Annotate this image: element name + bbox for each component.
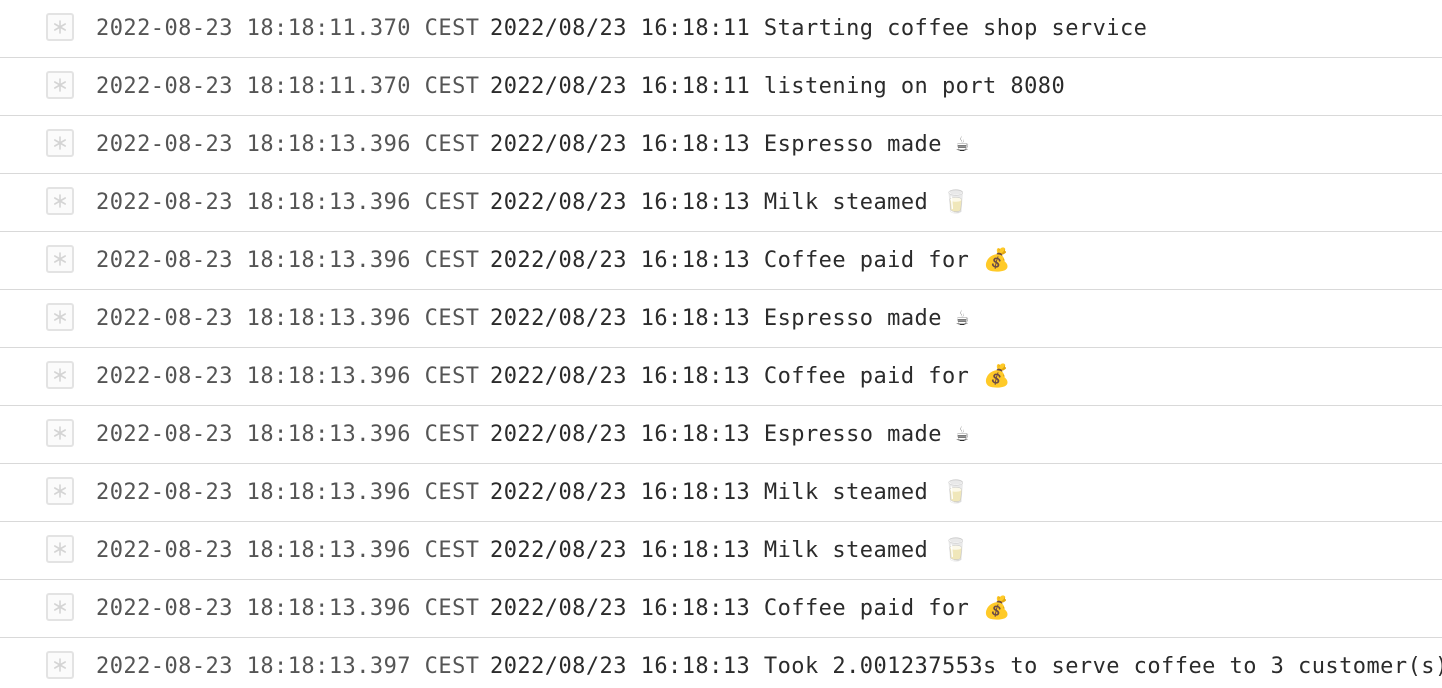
log-row[interactable]: 2022-08-23 18:18:13.396 CEST 2022/08/23 … <box>0 406 1442 464</box>
log-timestamp: 2022-08-23 18:18:13.396 CEST <box>96 596 480 621</box>
log-timestamp: 2022-08-23 18:18:13.396 CEST <box>96 422 480 447</box>
log-timestamp: 2022-08-23 18:18:11.370 CEST <box>96 16 480 41</box>
log-message: 2022/08/23 16:18:13 Coffee paid for 💰 <box>490 248 1011 273</box>
asterisk-icon[interactable] <box>46 187 74 215</box>
log-message: 2022/08/23 16:18:13 Espresso made ☕ <box>490 132 970 157</box>
log-row[interactable]: 2022-08-23 18:18:13.396 CEST 2022/08/23 … <box>0 232 1442 290</box>
log-timestamp: 2022-08-23 18:18:13.397 CEST <box>96 654 480 679</box>
asterisk-icon[interactable] <box>46 361 74 389</box>
log-timestamp: 2022-08-23 18:18:13.396 CEST <box>96 538 480 563</box>
log-timestamp: 2022-08-23 18:18:13.396 CEST <box>96 480 480 505</box>
log-row[interactable]: 2022-08-23 18:18:11.370 CEST 2022/08/23 … <box>0 0 1442 58</box>
log-row[interactable]: 2022-08-23 18:18:13.396 CEST 2022/08/23 … <box>0 522 1442 580</box>
asterisk-icon[interactable] <box>46 477 74 505</box>
asterisk-icon[interactable] <box>46 13 74 41</box>
asterisk-icon[interactable] <box>46 593 74 621</box>
asterisk-icon[interactable] <box>46 71 74 99</box>
asterisk-icon[interactable] <box>46 303 74 331</box>
log-timestamp: 2022-08-23 18:18:13.396 CEST <box>96 364 480 389</box>
log-message: 2022/08/23 16:18:11 Starting coffee shop… <box>490 16 1148 41</box>
log-message: 2022/08/23 16:18:13 Coffee paid for 💰 <box>490 364 1011 389</box>
log-message: 2022/08/23 16:18:13 Espresso made ☕ <box>490 306 970 331</box>
log-message: 2022/08/23 16:18:13 Milk steamed 🥛 <box>490 538 970 563</box>
asterisk-icon[interactable] <box>46 129 74 157</box>
log-row[interactable]: 2022-08-23 18:18:13.396 CEST 2022/08/23 … <box>0 290 1442 348</box>
log-row[interactable]: 2022-08-23 18:18:13.396 CEST 2022/08/23 … <box>0 580 1442 638</box>
asterisk-icon[interactable] <box>46 535 74 563</box>
asterisk-icon[interactable] <box>46 651 74 679</box>
asterisk-icon[interactable] <box>46 419 74 447</box>
log-message: 2022/08/23 16:18:13 Espresso made ☕ <box>490 422 970 447</box>
log-timestamp: 2022-08-23 18:18:13.396 CEST <box>96 190 480 215</box>
log-row[interactable]: 2022-08-23 18:18:11.370 CEST 2022/08/23 … <box>0 58 1442 116</box>
log-row[interactable]: 2022-08-23 18:18:13.396 CEST 2022/08/23 … <box>0 348 1442 406</box>
log-list: 2022-08-23 18:18:11.370 CEST 2022/08/23 … <box>0 0 1442 688</box>
log-message: 2022/08/23 16:18:13 Took 2.001237553s to… <box>490 654 1442 679</box>
log-row[interactable]: 2022-08-23 18:18:13.396 CEST 2022/08/23 … <box>0 464 1442 522</box>
log-row[interactable]: 2022-08-23 18:18:13.397 CEST 2022/08/23 … <box>0 638 1442 688</box>
log-timestamp: 2022-08-23 18:18:13.396 CEST <box>96 248 480 273</box>
log-message: 2022/08/23 16:18:11 listening on port 80… <box>490 74 1066 99</box>
log-message: 2022/08/23 16:18:13 Milk steamed 🥛 <box>490 190 970 215</box>
log-message: 2022/08/23 16:18:13 Milk steamed 🥛 <box>490 480 970 505</box>
asterisk-icon[interactable] <box>46 245 74 273</box>
log-message: 2022/08/23 16:18:13 Coffee paid for 💰 <box>490 596 1011 621</box>
log-row[interactable]: 2022-08-23 18:18:13.396 CEST 2022/08/23 … <box>0 116 1442 174</box>
log-timestamp: 2022-08-23 18:18:11.370 CEST <box>96 74 480 99</box>
log-row[interactable]: 2022-08-23 18:18:13.396 CEST 2022/08/23 … <box>0 174 1442 232</box>
log-timestamp: 2022-08-23 18:18:13.396 CEST <box>96 306 480 331</box>
log-timestamp: 2022-08-23 18:18:13.396 CEST <box>96 132 480 157</box>
